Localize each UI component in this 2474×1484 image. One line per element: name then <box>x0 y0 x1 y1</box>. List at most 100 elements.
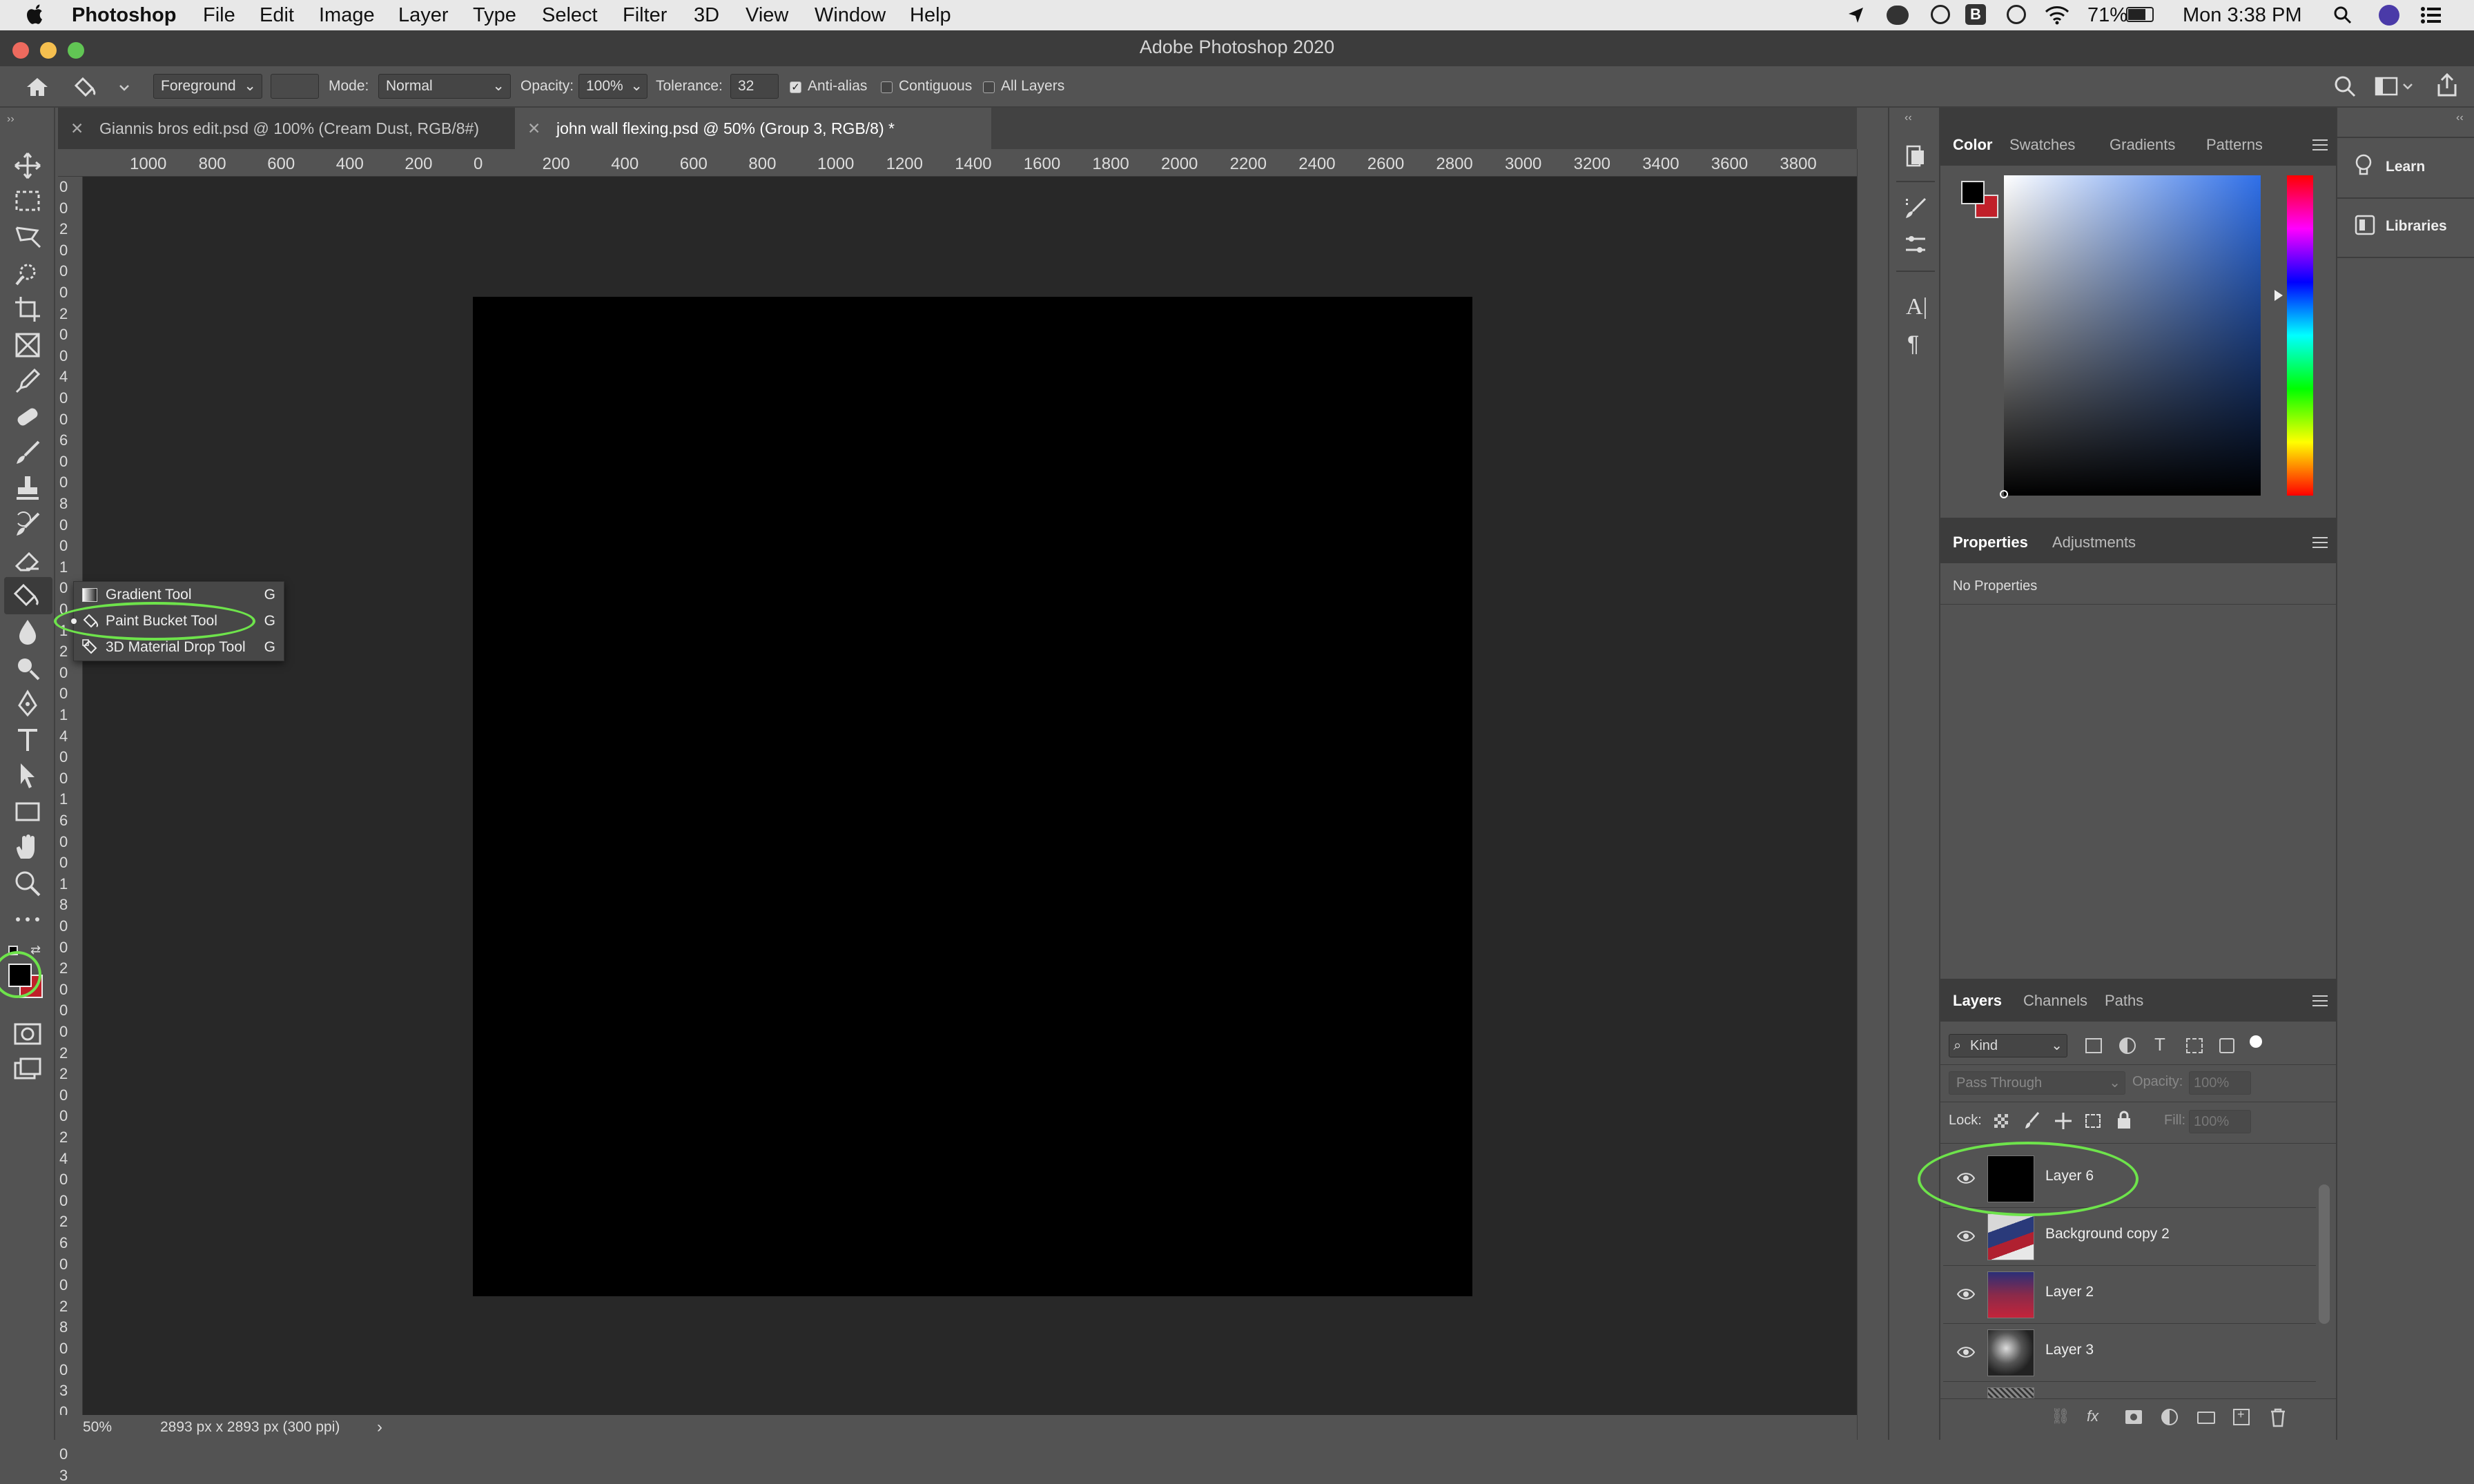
lock-all-icon[interactable] <box>2116 1110 2132 1131</box>
lock-artboard-icon[interactable] <box>2085 1114 2101 1128</box>
notification-center-icon[interactable] <box>2420 6 2442 24</box>
tolerance-input[interactable]: 32 <box>730 74 779 99</box>
layer-style-fx-icon[interactable]: fx <box>2087 1407 2098 1425</box>
lock-image-pixels-icon[interactable] <box>2023 1111 2041 1131</box>
menu-filter[interactable]: Filter <box>623 3 667 28</box>
menu-3d[interactable]: 3D <box>694 3 719 28</box>
layer-row-layer-3[interactable]: Layer 3 <box>1943 1324 2316 1382</box>
collapse-arrows-icon[interactable]: ›› <box>7 113 14 126</box>
tab-channels[interactable]: Channels <box>2023 980 2087 1022</box>
vpn-shield-icon[interactable] <box>2007 5 2026 24</box>
menu-select[interactable]: Select <box>542 3 598 28</box>
menu-window[interactable]: Window <box>815 3 886 28</box>
color-picker-marker[interactable] <box>2000 490 2008 498</box>
new-adjustment-layer-icon[interactable] <box>2161 1409 2178 1425</box>
dodge-tool-icon[interactable] <box>12 653 43 683</box>
visibility-eye-icon[interactable] <box>1957 1346 1975 1358</box>
menu-layer[interactable]: Layer <box>398 3 449 28</box>
collapse-arrows-icon[interactable]: ‹‹ <box>1905 112 1912 124</box>
swap-colors-icon[interactable]: ⇄ <box>30 943 41 957</box>
home-icon[interactable] <box>25 76 50 98</box>
document-tab-giannis[interactable]: ✕ Giannis bros edit.psd @ 100% (Cream Du… <box>58 108 515 149</box>
visibility-eye-icon[interactable] <box>1957 1230 1975 1242</box>
face-icon[interactable] <box>1931 5 1950 24</box>
brush-settings-icon[interactable] <box>1903 196 1928 221</box>
layer-name[interactable]: Background copy 2 <box>2045 1226 2170 1242</box>
tool-preset-picker[interactable] <box>68 73 134 101</box>
tab-gradients[interactable]: Gradients <box>2110 124 2175 166</box>
document-info[interactable]: 2893 px x 2893 px (300 ppi) <box>160 1419 340 1436</box>
lock-transparent-pixels-icon[interactable] <box>1994 1114 2008 1128</box>
creative-cloud-icon[interactable] <box>1887 6 1909 25</box>
close-tab-icon[interactable]: ✕ <box>527 108 540 149</box>
opacity-input[interactable]: 100% ⌄ <box>578 74 647 99</box>
visibility-eye-icon[interactable] <box>1957 1288 1975 1300</box>
close-tab-icon[interactable]: ✕ <box>70 108 84 149</box>
quick-selection-tool-icon[interactable] <box>12 258 43 289</box>
fill-input[interactable]: 100% <box>2189 1110 2251 1133</box>
tab-color[interactable]: Color <box>1953 124 1992 166</box>
history-panel-icon[interactable] <box>1903 144 1928 168</box>
lock-position-icon[interactable] <box>2054 1111 2073 1131</box>
brush-tool-icon[interactable] <box>12 438 43 468</box>
lasso-tool-icon[interactable] <box>12 222 43 253</box>
all-layers-checkbox[interactable] <box>983 81 995 93</box>
tab-properties[interactable]: Properties <box>1953 522 2028 563</box>
libraries-panel-button[interactable]: Libraries <box>2337 202 2474 254</box>
share-icon[interactable] <box>2435 72 2459 98</box>
clone-stamp-tool-icon[interactable] <box>12 473 43 504</box>
filter-smart-objects-icon[interactable] <box>2219 1038 2234 1053</box>
tab-paths[interactable]: Paths <box>2105 980 2143 1022</box>
search-icon[interactable] <box>2333 75 2357 98</box>
collapse-arrows-icon[interactable]: ‹‹ <box>2456 112 2464 124</box>
filter-pixel-layers-icon[interactable] <box>2085 1038 2102 1053</box>
adjust-sliders-icon[interactable] <box>1903 232 1928 257</box>
wifi-icon[interactable] <box>2044 5 2070 26</box>
eraser-tool-icon[interactable] <box>12 545 43 576</box>
move-tool-icon[interactable] <box>12 150 43 181</box>
menu-file[interactable]: File <box>203 3 235 28</box>
status-menu-arrow[interactable]: › <box>377 1418 382 1437</box>
quick-mask-icon[interactable] <box>12 1019 43 1049</box>
color-spectrum-field[interactable] <box>2004 175 2261 496</box>
delete-layer-icon[interactable] <box>2269 1407 2287 1428</box>
menu-view[interactable]: View <box>746 3 788 28</box>
layer-name[interactable]: Layer 2 <box>2045 1284 2094 1300</box>
fill-source-select[interactable]: Foreground ⌄ <box>153 74 262 99</box>
anti-alias-checkbox[interactable]: ✓ <box>790 81 801 93</box>
path-selection-tool-icon[interactable] <box>12 761 43 791</box>
workspace-icon[interactable] <box>2375 76 2415 97</box>
layers-scrollbar-thumb[interactable] <box>2319 1184 2330 1324</box>
frame-tool-icon[interactable] <box>12 330 43 360</box>
location-icon[interactable] <box>1847 6 1866 25</box>
horizontal-ruler[interactable]: 1000 800 600 400 200 0 200 400 600 800 1000 1200 140… <box>58 149 1857 177</box>
battery-icon[interactable] <box>2126 7 2154 22</box>
filter-shape-layers-icon[interactable] <box>2186 1038 2203 1053</box>
tab-patterns[interactable]: Patterns <box>2206 124 2263 166</box>
character-panel-icon[interactable]: A| <box>1906 294 1927 320</box>
pen-tool-icon[interactable] <box>12 689 43 719</box>
clock[interactable]: Mon 3:38 PM <box>2183 3 2301 28</box>
crop-tool-icon[interactable] <box>12 294 43 324</box>
pattern-picker[interactable] <box>271 74 319 99</box>
zoom-level[interactable]: 50% <box>83 1419 112 1436</box>
contiguous-checkbox[interactable] <box>881 81 893 93</box>
layer-opacity-input[interactable]: 100% <box>2189 1071 2251 1095</box>
rectangle-tool-icon[interactable] <box>12 797 43 827</box>
filter-type-layers-icon[interactable]: T <box>2154 1034 2165 1055</box>
panel-menu-icon[interactable] <box>2312 537 2328 548</box>
document-tab-john-wall[interactable]: ✕ john wall flexing.psd @ 50% (Group 3, … <box>515 108 991 149</box>
layer-row-layer-2[interactable]: Layer 2 <box>1943 1266 2316 1324</box>
apple-icon[interactable] <box>25 3 46 26</box>
eyedropper-tool-icon[interactable] <box>12 366 43 396</box>
vertical-scrollbar[interactable] <box>1857 149 1888 1440</box>
color-panel-foreground-swatch[interactable] <box>1961 181 1985 204</box>
hand-tool-icon[interactable] <box>12 832 43 863</box>
zoom-tool-icon[interactable] <box>12 868 43 899</box>
vertical-ruler[interactable]: 0020002004006008001001200140016001800200… <box>58 177 83 1483</box>
blur-tool-icon[interactable] <box>12 617 43 647</box>
mode-select[interactable]: Normal ⌄ <box>378 74 511 99</box>
menu-type[interactable]: Type <box>473 3 516 28</box>
spotlight-search-icon[interactable] <box>2333 6 2353 25</box>
filter-toggle-icon[interactable] <box>2250 1035 2262 1048</box>
